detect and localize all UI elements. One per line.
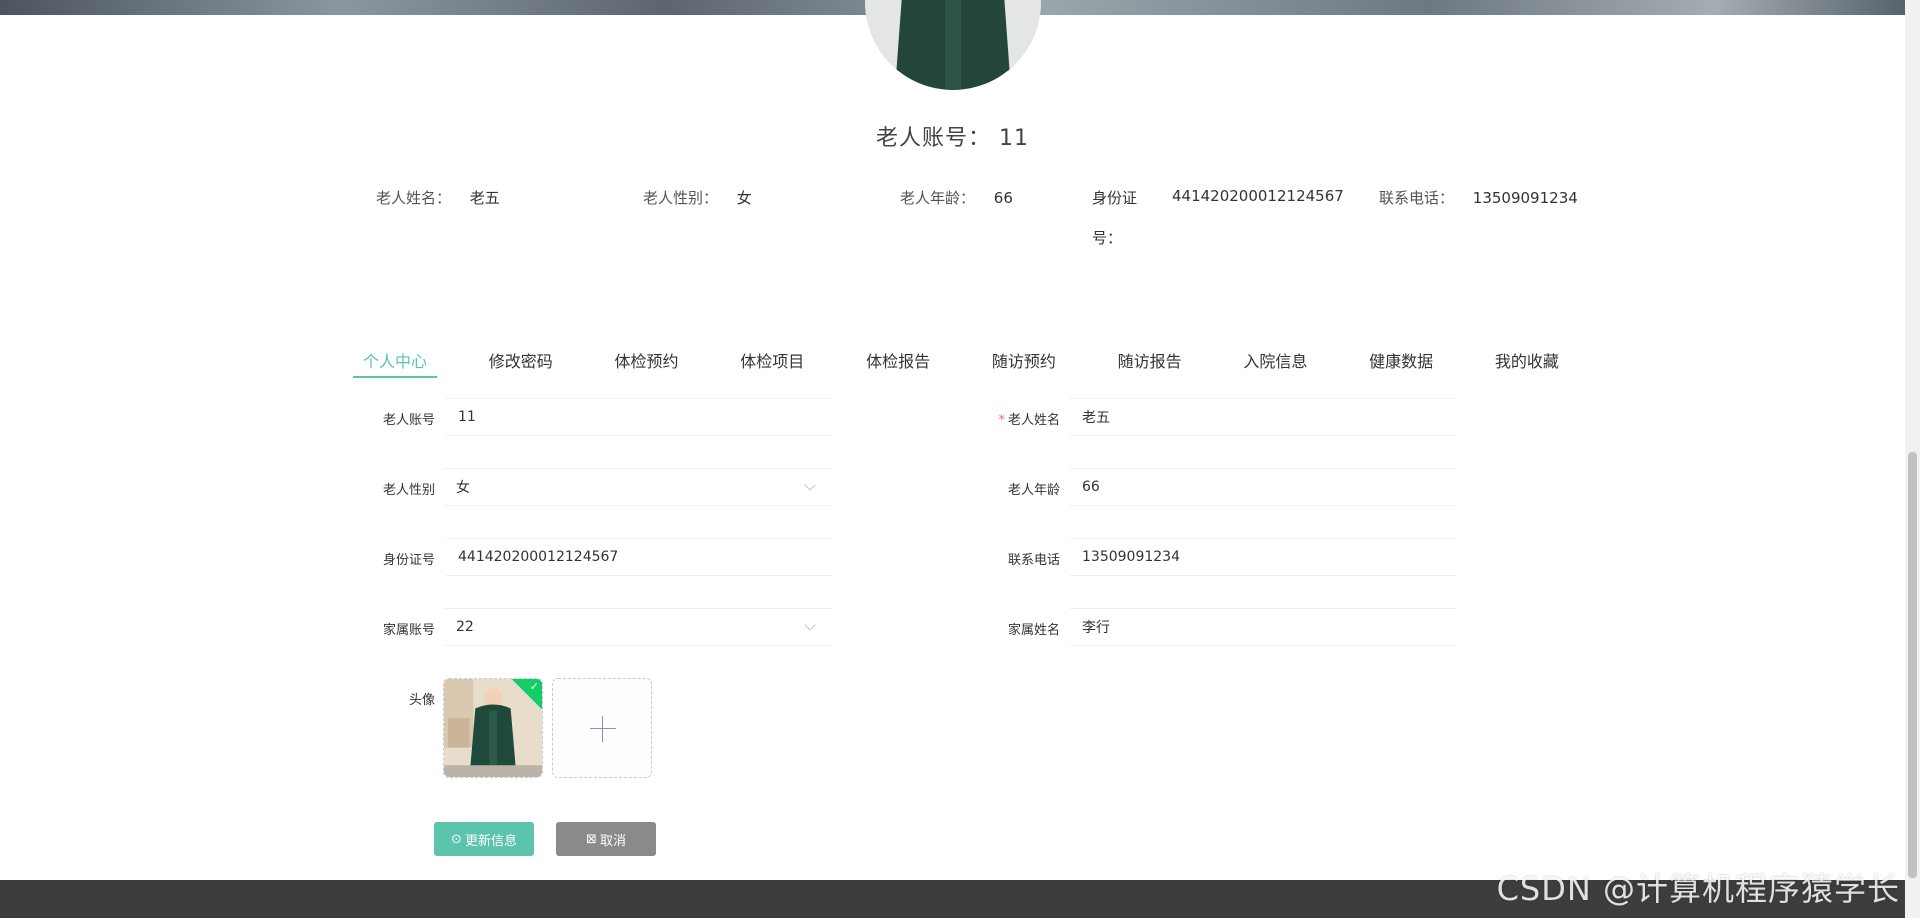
check-icon: ✓ bbox=[529, 680, 539, 693]
phone-field-label: 联系电话 bbox=[1007, 553, 1060, 568]
required-mark: * bbox=[998, 413, 1005, 428]
tab-change-password[interactable]: 修改密码 bbox=[479, 338, 563, 378]
chevron-down-icon bbox=[804, 619, 816, 631]
age-input[interactable]: 66 bbox=[1070, 468, 1456, 506]
family-account-field-label: 家属账号 bbox=[382, 623, 435, 638]
check-circle-icon: ⊙ bbox=[451, 831, 462, 847]
account-input-value: 11 bbox=[458, 409, 476, 425]
info-age-label: 老人年龄： bbox=[900, 189, 976, 207]
info-name-value: 老五 bbox=[469, 189, 500, 207]
info-idcard-label-line1: 身份证 bbox=[1092, 189, 1138, 207]
info-idcard-value: 441420200012124567 bbox=[1172, 187, 1344, 205]
account-title-label: 老人账号： bbox=[875, 126, 991, 151]
uploaded-avatar-thumbnail[interactable]: ✓ bbox=[443, 678, 543, 778]
family-account-select-value: 22 bbox=[456, 619, 474, 635]
phone-input[interactable]: 13509091234 bbox=[1070, 538, 1456, 576]
watermark: CSDN @计算机程序猿学长 bbox=[1496, 870, 1900, 908]
info-name: 老人姓名： 老五 bbox=[376, 187, 500, 208]
add-avatar-button[interactable] bbox=[552, 678, 652, 778]
age-field-label: 老人年龄 bbox=[1007, 483, 1060, 498]
name-field-label: * 老人姓名 bbox=[950, 409, 1060, 428]
info-age-value: 66 bbox=[993, 189, 1013, 207]
name-field-label-text: 老人姓名 bbox=[1007, 413, 1060, 428]
info-idcard-label-line2: 号： bbox=[1092, 229, 1123, 247]
vertical-scrollbar[interactable] bbox=[1905, 0, 1920, 918]
phone-input-value: 13509091234 bbox=[1082, 549, 1180, 565]
info-phone-label: 联系电话： bbox=[1379, 189, 1455, 207]
idcard-input[interactable]: 441420200012124567 bbox=[446, 538, 832, 576]
tab-followup-booking[interactable]: 随访预约 bbox=[982, 338, 1066, 378]
account-title-value: 11 bbox=[999, 126, 1029, 151]
plus-icon-vertical bbox=[602, 716, 603, 742]
tab-followup-report[interactable]: 随访报告 bbox=[1108, 338, 1192, 378]
age-input-value: 66 bbox=[1082, 479, 1100, 495]
name-input[interactable]: 老五 bbox=[1070, 398, 1456, 436]
tab-checkup-report[interactable]: 体检报告 bbox=[856, 338, 940, 378]
update-info-label: 更新信息 bbox=[464, 833, 517, 849]
chevron-down-icon bbox=[804, 479, 816, 491]
update-info-button[interactable]: ⊙ 更新信息 bbox=[434, 822, 534, 856]
account-input[interactable]: 11 bbox=[446, 398, 832, 436]
profile-avatar bbox=[865, 0, 1041, 90]
gender-select[interactable]: 女 bbox=[444, 468, 832, 506]
cancel-label: 取消 bbox=[599, 833, 626, 849]
cancel-button[interactable]: ⊠ 取消 bbox=[556, 822, 656, 856]
idcard-field-label: 身份证号 bbox=[382, 553, 435, 568]
tab-health-data[interactable]: 健康数据 bbox=[1359, 338, 1443, 378]
account-title: 老人账号： 11 bbox=[0, 120, 1905, 152]
family-name-input-value: 李行 bbox=[1082, 620, 1110, 636]
tab-checkup-booking[interactable]: 体检预约 bbox=[605, 338, 689, 378]
tab-personal-center[interactable]: 个人中心 bbox=[353, 338, 438, 378]
gender-field-label: 老人性别 bbox=[382, 483, 435, 498]
avatar-photo bbox=[865, 0, 1041, 90]
tab-my-favorites[interactable]: 我的收藏 bbox=[1485, 338, 1569, 378]
tab-admission-info[interactable]: 入院信息 bbox=[1233, 338, 1317, 378]
info-gender-value: 女 bbox=[736, 189, 752, 207]
name-input-value: 老五 bbox=[1082, 410, 1110, 426]
info-phone: 联系电话： 13509091234 bbox=[1379, 187, 1578, 208]
family-name-input[interactable]: 李行 bbox=[1070, 608, 1456, 646]
info-name-label: 老人姓名： bbox=[376, 189, 452, 207]
account-field-label: 老人账号 bbox=[382, 413, 435, 428]
close-square-icon: ⊠ bbox=[586, 831, 597, 847]
info-gender: 老人性别： 女 bbox=[643, 187, 752, 208]
idcard-input-value: 441420200012124567 bbox=[458, 549, 619, 565]
avatar-field-label: 头像 bbox=[408, 693, 435, 708]
info-gender-label: 老人性别： bbox=[643, 189, 719, 207]
gender-select-value: 女 bbox=[456, 480, 470, 496]
tab-bar: 个人中心 修改密码 体检预约 体检项目 体检报告 随访预约 随访报告 入院信息 … bbox=[353, 338, 1569, 378]
plus-icon bbox=[590, 728, 616, 729]
tab-checkup-items[interactable]: 体检项目 bbox=[730, 338, 814, 378]
family-name-field-label: 家属姓名 bbox=[1007, 623, 1060, 638]
scrollbar-thumb[interactable] bbox=[1908, 452, 1917, 878]
info-phone-value: 13509091234 bbox=[1472, 189, 1578, 207]
info-age: 老人年龄： 66 bbox=[900, 187, 1013, 208]
